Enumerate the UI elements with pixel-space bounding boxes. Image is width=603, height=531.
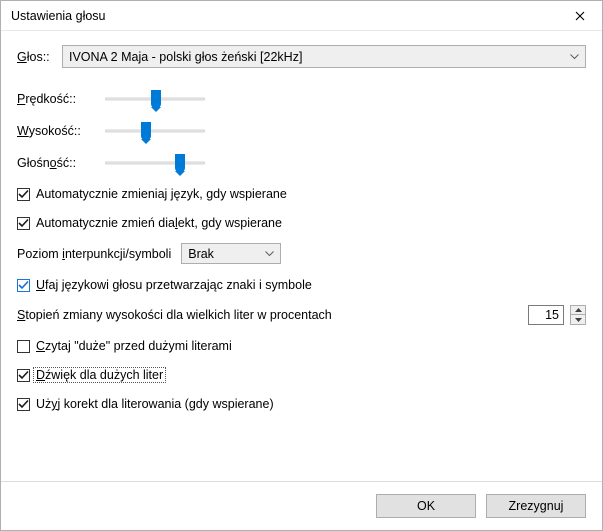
volume-slider[interactable] (105, 152, 205, 174)
auto-dialect-checkbox[interactable] (17, 217, 30, 230)
slider-track (105, 162, 205, 165)
beep-cap-label: Dźwięk dla dużych liter (36, 368, 163, 382)
check-icon (18, 280, 29, 291)
voice-label: Głos:: (17, 50, 62, 64)
trust-lang-row[interactable]: Ufaj językowi głosu przetwarzając znaki … (17, 275, 586, 295)
pitch-label: Wysokość:: (17, 124, 105, 138)
punctuation-combo-text: Brak (188, 247, 274, 261)
spin-buttons (570, 305, 586, 325)
slider-track (105, 130, 205, 133)
client-area: Głos:: IVONA 2 Maja - polski głos żeński… (1, 31, 602, 482)
voice-settings-dialog: Ustawienia głosu Głos:: IVONA 2 Maja - p… (0, 0, 603, 531)
slider-thumb[interactable] (175, 154, 185, 172)
pitch-row: Wysokość:: (17, 120, 586, 142)
ok-button-label: OK (417, 499, 435, 513)
check-icon (18, 189, 29, 200)
spin-down-button[interactable] (570, 315, 586, 325)
trust-lang-label: Ufaj językowi głosu przetwarzając znaki … (36, 278, 312, 292)
spell-fix-checkbox[interactable] (17, 398, 30, 411)
volume-row: Głośność:: (17, 152, 586, 174)
say-cap-row[interactable]: Czytaj "duże" przed dużymi literami (17, 336, 586, 356)
check-icon (18, 399, 29, 410)
beep-cap-row[interactable]: Dźwięk dla dużych liter (17, 365, 586, 385)
auto-dialect-row[interactable]: Automatycznie zmień dialekt, gdy wspiera… (17, 213, 586, 233)
chevron-down-icon (265, 251, 274, 257)
caret-down-icon (575, 318, 582, 322)
cancel-button-label: Zrezygnuj (509, 499, 564, 513)
auto-dialect-label: Automatycznie zmień dialekt, gdy wspiera… (36, 216, 282, 230)
speed-row: Prędkość:: (17, 88, 586, 110)
voice-row: Głos:: IVONA 2 Maja - polski głos żeński… (17, 45, 586, 68)
close-icon (575, 11, 585, 21)
slider-thumb[interactable] (141, 122, 151, 140)
say-cap-label: Czytaj "duże" przed dużymi literami (36, 339, 232, 353)
capital-pitch-label: Stopień zmiany wysokości dla wielkich li… (17, 308, 522, 322)
titlebar: Ustawienia głosu (1, 1, 602, 31)
voice-combo-text: IVONA 2 Maja - polski głos żeński [22kHz… (69, 50, 579, 64)
capital-pitch-row: Stopień zmiany wysokości dla wielkich li… (17, 304, 586, 326)
punctuation-label: Poziom interpunkcji/symboli (17, 247, 171, 261)
spell-fix-row[interactable]: Użyj korekt dla literowania (gdy wspiera… (17, 394, 586, 414)
speed-label: Prędkość:: (17, 92, 105, 106)
ok-button[interactable]: OK (376, 494, 476, 518)
say-cap-checkbox[interactable] (17, 340, 30, 353)
volume-label: Głośność:: (17, 156, 105, 170)
check-icon (18, 370, 29, 381)
capital-pitch-input[interactable] (528, 305, 564, 325)
close-button[interactable] (557, 1, 602, 30)
speed-slider[interactable] (105, 88, 205, 110)
caret-up-icon (575, 308, 582, 312)
cancel-button[interactable]: Zrezygnuj (486, 494, 586, 518)
punctuation-row: Poziom interpunkcji/symboli Brak (17, 242, 586, 265)
beep-cap-checkbox[interactable] (17, 369, 30, 382)
slider-thumb[interactable] (151, 90, 161, 108)
button-bar: OK Zrezygnuj (1, 482, 602, 530)
trust-lang-checkbox[interactable] (17, 279, 30, 292)
auto-lang-label: Automatycznie zmieniaj język, gdy wspier… (36, 187, 287, 201)
voice-combo[interactable]: IVONA 2 Maja - polski głos żeński [22kHz… (62, 45, 586, 68)
pitch-slider[interactable] (105, 120, 205, 142)
auto-lang-checkbox[interactable] (17, 188, 30, 201)
check-icon (18, 218, 29, 229)
spell-fix-label: Użyj korekt dla literowania (gdy wspiera… (36, 397, 274, 411)
spin-up-button[interactable] (570, 305, 586, 315)
window-title: Ustawienia głosu (11, 9, 106, 23)
chevron-down-icon (570, 54, 579, 60)
auto-lang-row[interactable]: Automatycznie zmieniaj język, gdy wspier… (17, 184, 586, 204)
punctuation-combo[interactable]: Brak (181, 243, 281, 264)
